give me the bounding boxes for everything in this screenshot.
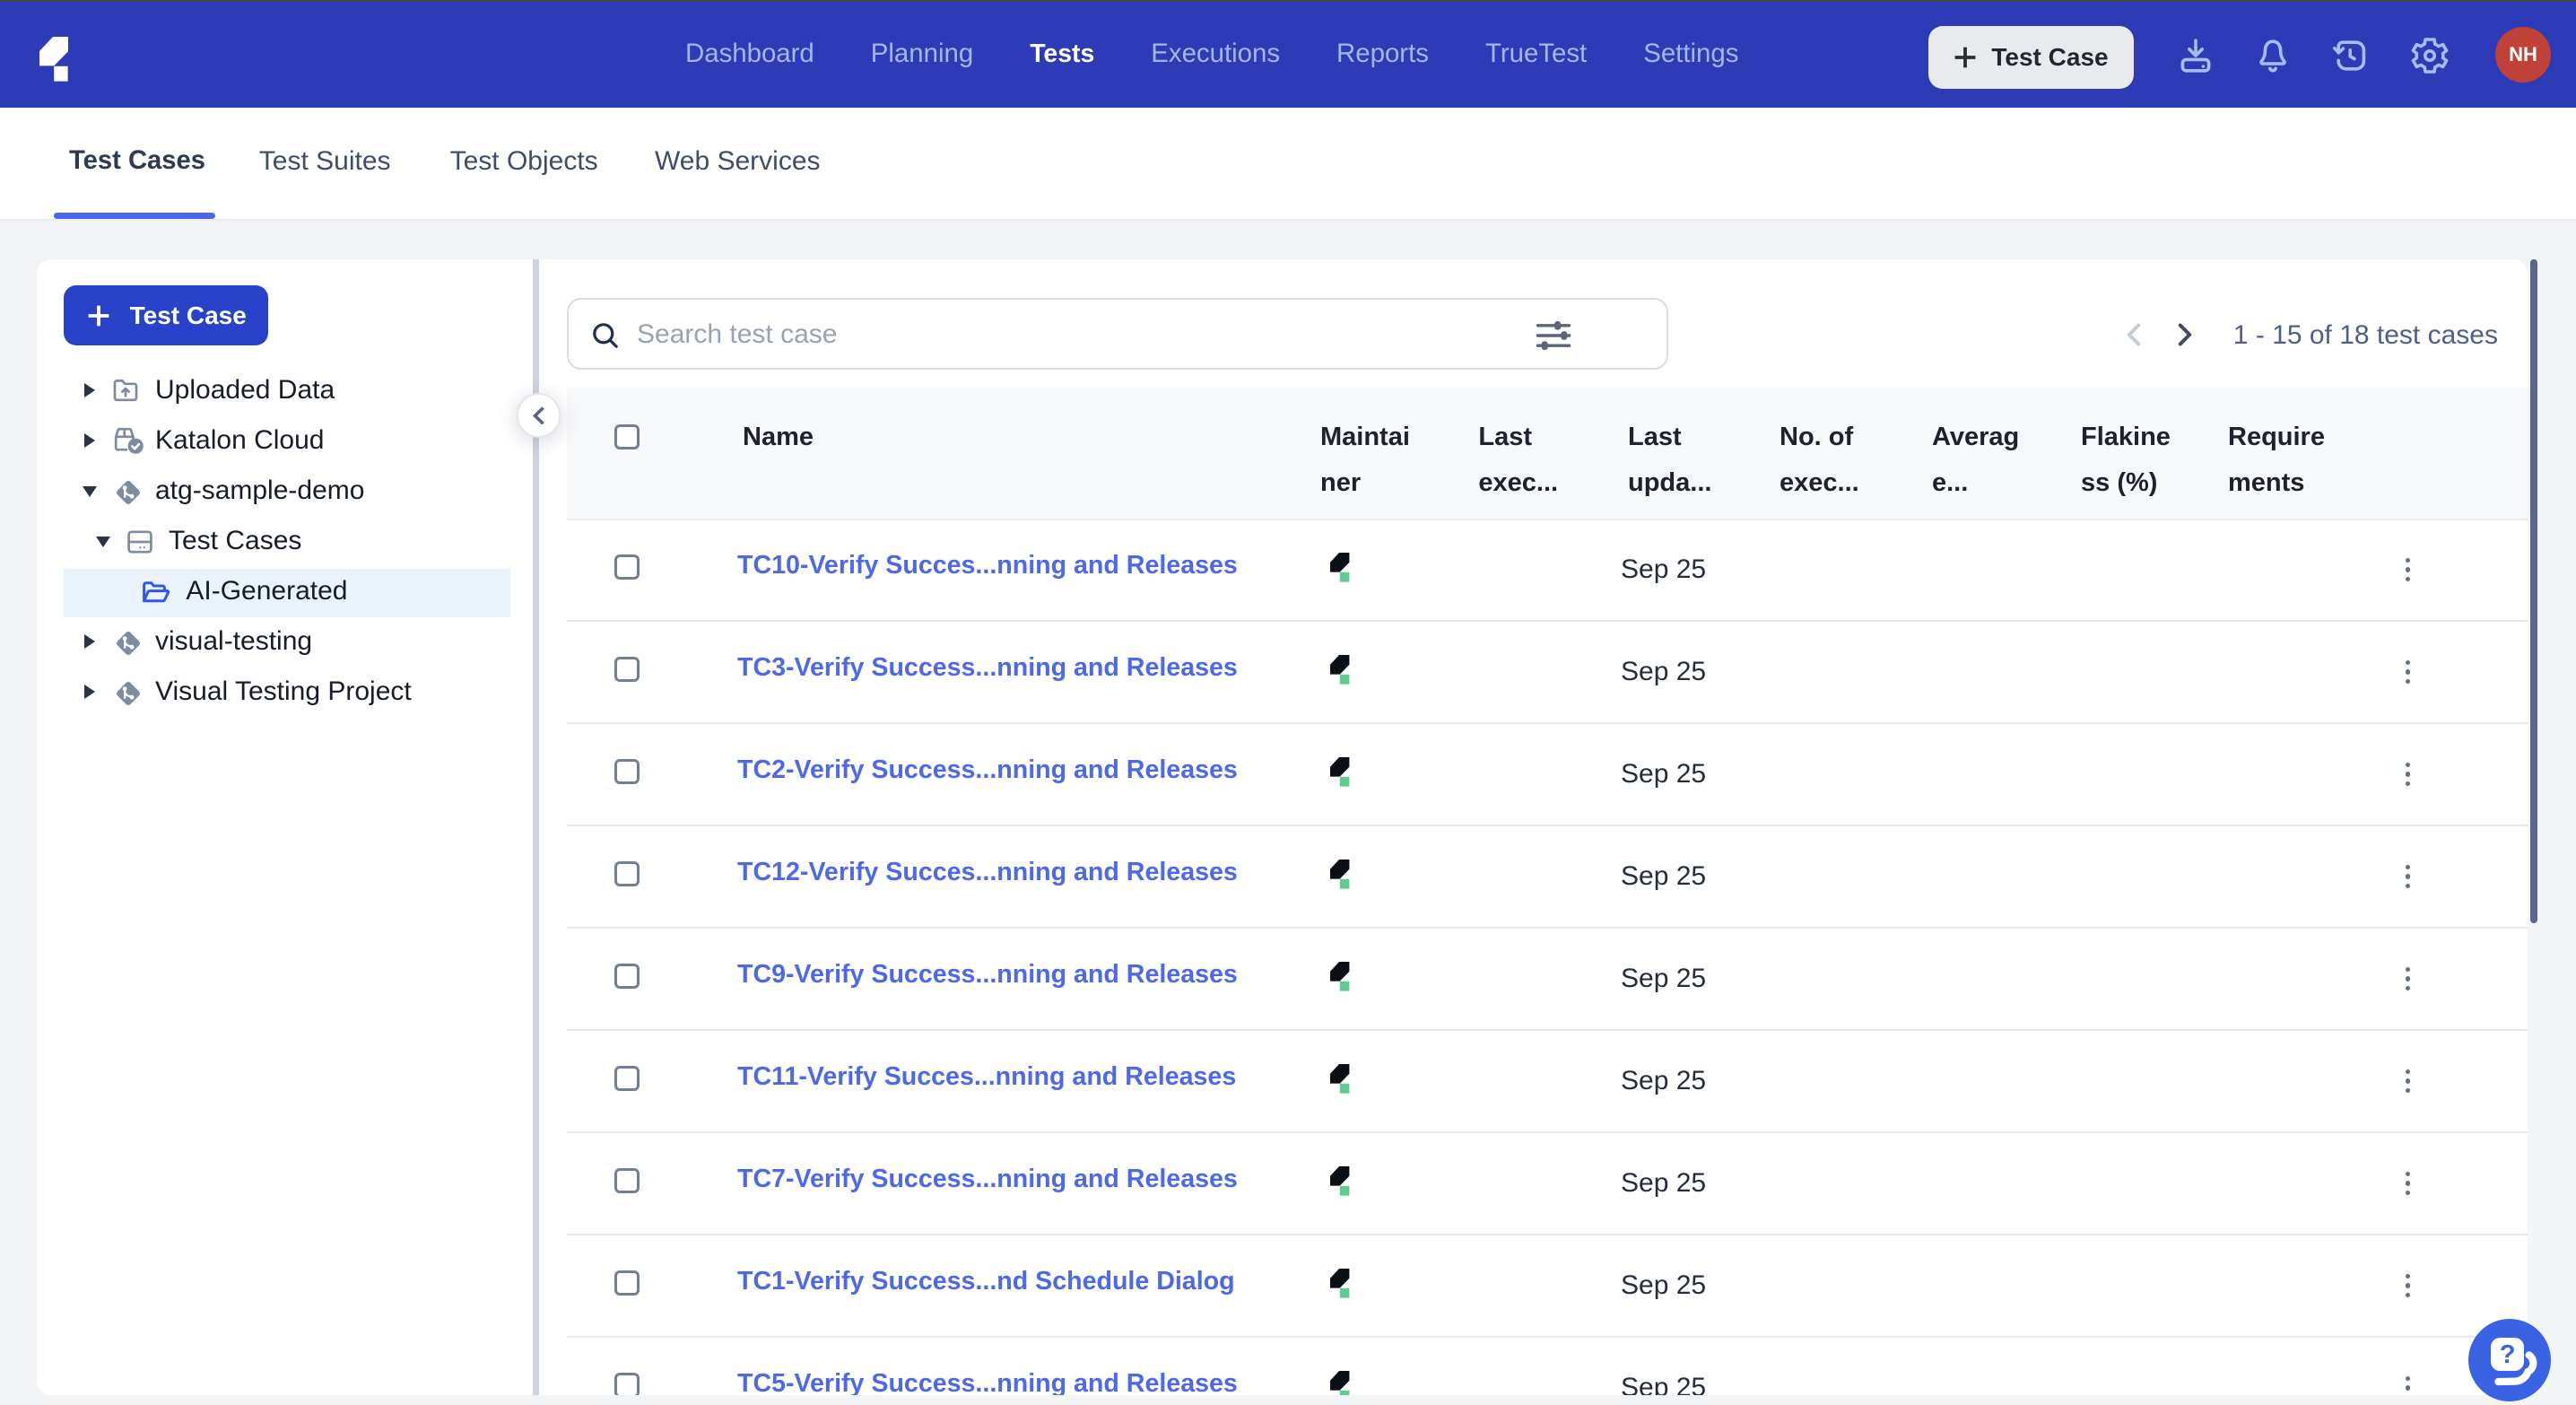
svg-text:?: ? [2500, 1340, 2516, 1369]
